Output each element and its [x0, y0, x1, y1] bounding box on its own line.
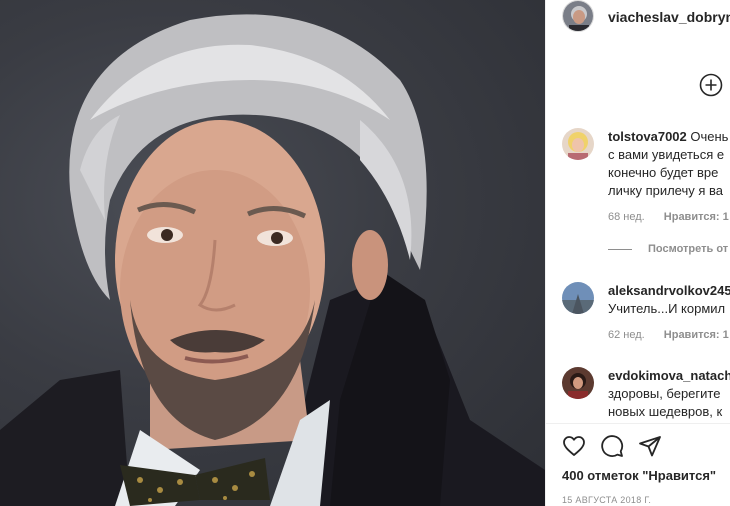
comment-meta: 68 нед. Нравится: 1 — [608, 211, 730, 223]
author-username[interactable]: viacheslav_dobryni — [608, 9, 730, 25]
comment-meta: 62 нед. Нравится: 1 — [608, 329, 730, 341]
speech-bubble-icon[interactable] — [600, 434, 624, 458]
author-avatar-image — [563, 1, 593, 31]
comment-line: с вами увидеться е — [608, 147, 725, 162]
commenter-avatar[interactable] — [562, 367, 594, 399]
comment-username[interactable]: tolstova7002 — [608, 129, 687, 144]
comment-text: evdokimova_natach здоровы, берегите новы… — [608, 367, 730, 421]
commenter-avatar[interactable] — [562, 128, 594, 160]
comment-username[interactable]: evdokimova_natach — [608, 368, 730, 383]
comment-line: личку прилечу я ва — [608, 183, 724, 198]
author-avatar[interactable] — [562, 0, 594, 32]
heart-icon[interactable] — [562, 434, 586, 458]
comment-line: новых шедевров, к — [608, 404, 723, 419]
post-likes-count[interactable]: 400 отметок "Нравится" — [562, 468, 716, 483]
paper-plane-icon[interactable] — [638, 434, 662, 458]
portrait-illustration — [0, 14, 545, 506]
comment-line: Учитель...И кормил — [608, 301, 726, 316]
comment-username[interactable]: aleksandrvolkov245 — [608, 283, 730, 298]
comment-line: Очень — [690, 129, 729, 144]
post-photo[interactable] — [0, 0, 545, 506]
post-sidebar: viacheslav_dobryni tolstova7002 Очень с … — [545, 0, 730, 506]
instagram-post: viacheslav_dobryni tolstova7002 Очень с … — [0, 0, 730, 506]
comment-time[interactable]: 68 нед. — [608, 211, 645, 223]
comment-time[interactable]: 62 нед. — [608, 329, 645, 341]
post-actions-section: 400 отметок "Нравится" 15 АВГУСТА 2018 Г… — [546, 423, 730, 506]
comment-line: конечно будет вре — [608, 165, 719, 180]
replies-divider — [608, 248, 632, 250]
post-date[interactable]: 15 АВГУСТА 2018 Г. — [562, 495, 651, 505]
view-replies-label: Посмотреть от — [648, 243, 729, 255]
comment-likes[interactable]: Нравится: 1 — [664, 329, 729, 341]
post-header: viacheslav_dobryni — [546, 0, 730, 36]
view-replies-button[interactable]: Посмотреть от — [608, 243, 728, 255]
comment-text: tolstova7002 Очень с вами увидеться е ко… — [608, 128, 730, 200]
comment-line: здоровы, берегите — [608, 386, 721, 401]
comment-likes[interactable]: Нравится: 1 — [664, 211, 729, 223]
commenter-avatar[interactable] — [562, 282, 594, 314]
plus-circle-icon[interactable] — [699, 73, 723, 97]
comment-text: aleksandrvolkov245 Учитель...И кормил — [608, 282, 730, 318]
post-actions — [562, 434, 662, 458]
